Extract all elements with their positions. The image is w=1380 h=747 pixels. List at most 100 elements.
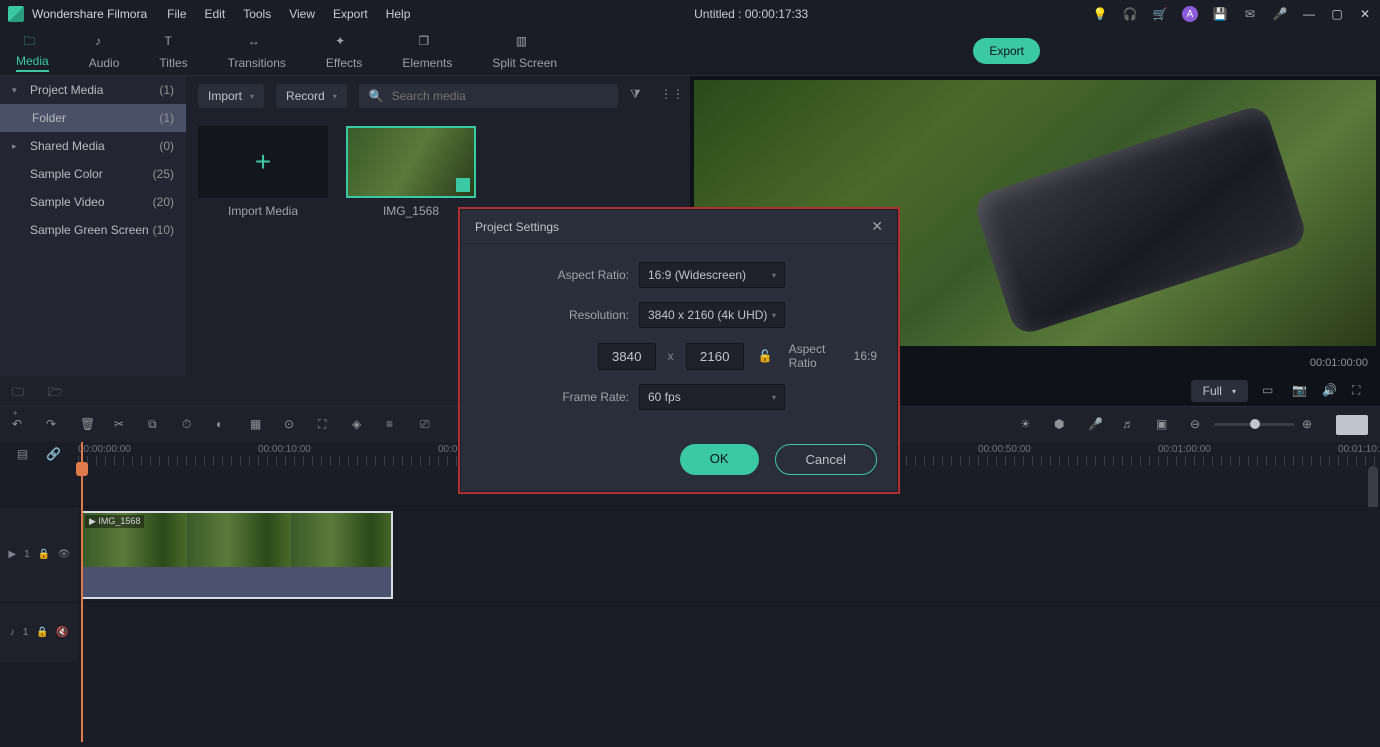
export-button[interactable]: Export xyxy=(973,38,1040,64)
search-media-field[interactable]: 🔍 xyxy=(359,84,618,108)
audio-mix-icon[interactable]: ⎚ xyxy=(420,417,436,433)
cut-icon[interactable]: ✂ xyxy=(114,417,130,433)
ruler-tick: 00:00:50:00 xyxy=(978,444,1031,455)
dialog-close-button[interactable]: ✕ xyxy=(871,218,883,235)
record-dropdown[interactable]: Record ▾ xyxy=(276,84,347,108)
sidebar-item-count: (1) xyxy=(159,83,174,97)
delete-icon[interactable]: 🗑 xyxy=(80,417,96,433)
snapshot-icon[interactable]: 📷 xyxy=(1292,383,1308,399)
crop-icon[interactable]: ⧉ xyxy=(148,417,164,433)
sidebar-item-label: Shared Media xyxy=(30,139,159,153)
folder-open-icon[interactable]: 🗁 xyxy=(48,383,64,399)
frame-rate-select[interactable]: 60 fps ▾ xyxy=(639,384,785,410)
color-icon[interactable]: ◐ xyxy=(216,417,232,433)
sidebar-item-shared-media[interactable]: ▸ Shared Media (0) xyxy=(0,132,186,160)
duration-icon[interactable]: ⊙ xyxy=(284,417,300,433)
undo-icon[interactable]: ↶ xyxy=(12,417,28,433)
video-thumbnail xyxy=(346,126,476,198)
adjust-icon[interactable]: ≡ xyxy=(386,417,402,433)
window-maximize-button[interactable]: ▢ xyxy=(1330,7,1344,21)
fullscreen-icon[interactable]: ⛶ xyxy=(1352,383,1368,399)
sidebar-item-sample-green-screen[interactable]: Sample Green Screen (10) xyxy=(0,216,186,244)
media-tile-video[interactable]: IMG_1568 xyxy=(346,126,476,218)
menu-help[interactable]: Help xyxy=(386,7,411,21)
music-icon: ♪ xyxy=(95,34,113,52)
screen-icon[interactable]: ▭ xyxy=(1262,383,1278,399)
tab-transitions[interactable]: ↔ Transitions xyxy=(222,30,292,74)
speed-icon[interactable]: ⏱ xyxy=(182,417,198,433)
width-input[interactable] xyxy=(598,343,656,370)
timeline-clip[interactable]: ▶ IMG_1568 xyxy=(81,511,393,599)
tab-effects[interactable]: ✦ Effects xyxy=(320,30,368,74)
new-folder-icon[interactable]: 🗀₊ xyxy=(12,383,28,399)
filter-icon[interactable]: ⧩ xyxy=(630,87,648,105)
app-logo-icon xyxy=(8,6,24,22)
window-close-button[interactable]: ✕ xyxy=(1358,7,1372,21)
ruler-tick: 00:01:00:00 xyxy=(1158,444,1211,455)
aspect-ratio-value: 16:9 (Widescreen) xyxy=(648,268,746,282)
cancel-button[interactable]: Cancel xyxy=(775,444,877,475)
tab-media[interactable]: 🗀 Media xyxy=(10,28,55,76)
audio-track-head[interactable]: ♪ 1 🔒 🔇 xyxy=(0,603,78,662)
window-minimize-button[interactable]: — xyxy=(1302,7,1316,21)
menu-file[interactable]: File xyxy=(167,7,186,21)
effects-icon[interactable]: ☀ xyxy=(1020,417,1036,433)
save-icon[interactable]: 💾 xyxy=(1212,6,1228,22)
render-icon[interactable]: ▣ xyxy=(1156,417,1172,433)
ruler-tick: 00:00:10:00 xyxy=(258,444,311,455)
search-input[interactable] xyxy=(392,89,608,103)
track-manager-icon[interactable]: ▤ xyxy=(17,447,28,461)
tab-elements[interactable]: ❒ Elements xyxy=(396,30,458,74)
lock-aspect-icon[interactable]: 🔓 xyxy=(758,349,773,363)
zoom-slider[interactable] xyxy=(1214,423,1294,426)
volume-icon[interactable]: 🔊 xyxy=(1322,383,1338,399)
mic-icon[interactable]: 🎤 xyxy=(1272,6,1288,22)
mute-icon[interactable]: 🔇 xyxy=(56,627,68,639)
account-avatar[interactable]: A xyxy=(1182,6,1198,22)
view-mode-toggle[interactable] xyxy=(1336,415,1368,435)
lightbulb-icon[interactable]: 💡 xyxy=(1092,6,1108,22)
sidebar-item-label: Sample Color xyxy=(30,167,153,181)
clip-audio-waveform xyxy=(83,567,391,597)
preview-quality-dropdown[interactable]: Full ▾ xyxy=(1191,380,1248,402)
video-track-head[interactable]: ▶ 1 🔒 👁 xyxy=(0,507,78,602)
ok-button[interactable]: OK xyxy=(680,444,759,475)
menu-edit[interactable]: Edit xyxy=(205,7,226,21)
import-media-tile[interactable]: + Import Media xyxy=(198,126,328,218)
tab-split-screen[interactable]: ▥ Split Screen xyxy=(486,30,563,74)
message-icon[interactable]: ✉ xyxy=(1242,6,1258,22)
import-dropdown[interactable]: Import ▾ xyxy=(198,84,264,108)
headphones-icon[interactable]: 🎧 xyxy=(1122,6,1138,22)
menu-tools[interactable]: Tools xyxy=(243,7,271,21)
keyframe-icon[interactable]: ◈ xyxy=(352,417,368,433)
lock-icon[interactable]: 🔒 xyxy=(38,549,50,561)
sidebar-item-folder[interactable]: Folder (1) xyxy=(0,104,186,132)
audio-sync-icon[interactable]: ♬ xyxy=(1122,417,1138,433)
sidebar-item-sample-video[interactable]: Sample Video (20) xyxy=(0,188,186,216)
tab-audio[interactable]: ♪ Audio xyxy=(83,30,126,74)
tab-titles[interactable]: T Titles xyxy=(153,30,193,74)
zoom-in-icon[interactable]: ⊕ xyxy=(1302,417,1318,433)
import-dropdown-label: Import xyxy=(208,89,242,103)
redo-icon[interactable]: ↷ xyxy=(46,417,62,433)
grid-view-icon[interactable]: ⋮⋮ xyxy=(660,87,678,105)
marker-icon[interactable]: ⬢ xyxy=(1054,417,1070,433)
green-screen-icon[interactable]: ▦ xyxy=(250,417,266,433)
sidebar-item-project-media[interactable]: ▾ Project Media (1) xyxy=(0,76,186,104)
zoom-out-icon[interactable]: ⊖ xyxy=(1190,417,1206,433)
voiceover-icon[interactable]: 🎤 xyxy=(1088,417,1104,433)
link-icon[interactable]: 🔗 xyxy=(46,447,61,461)
menu-view[interactable]: View xyxy=(289,7,315,21)
playhead[interactable] xyxy=(81,442,83,742)
cart-icon[interactable]: 🛒 xyxy=(1152,6,1168,22)
resolution-select[interactable]: 3840 x 2160 (4k UHD) ▾ xyxy=(639,302,785,328)
aspect-ratio-select[interactable]: 16:9 (Widescreen) ▾ xyxy=(639,262,785,288)
lock-icon[interactable]: 🔒 xyxy=(36,627,48,639)
chevron-right-icon: ▸ xyxy=(12,141,24,152)
menu-export[interactable]: Export xyxy=(333,7,368,21)
eye-icon[interactable]: 👁 xyxy=(58,549,70,561)
expand-icon[interactable]: ⛶ xyxy=(318,417,334,433)
height-input[interactable] xyxy=(686,343,744,370)
chevron-down-icon: ▾ xyxy=(772,393,776,402)
sidebar-item-sample-color[interactable]: Sample Color (25) xyxy=(0,160,186,188)
